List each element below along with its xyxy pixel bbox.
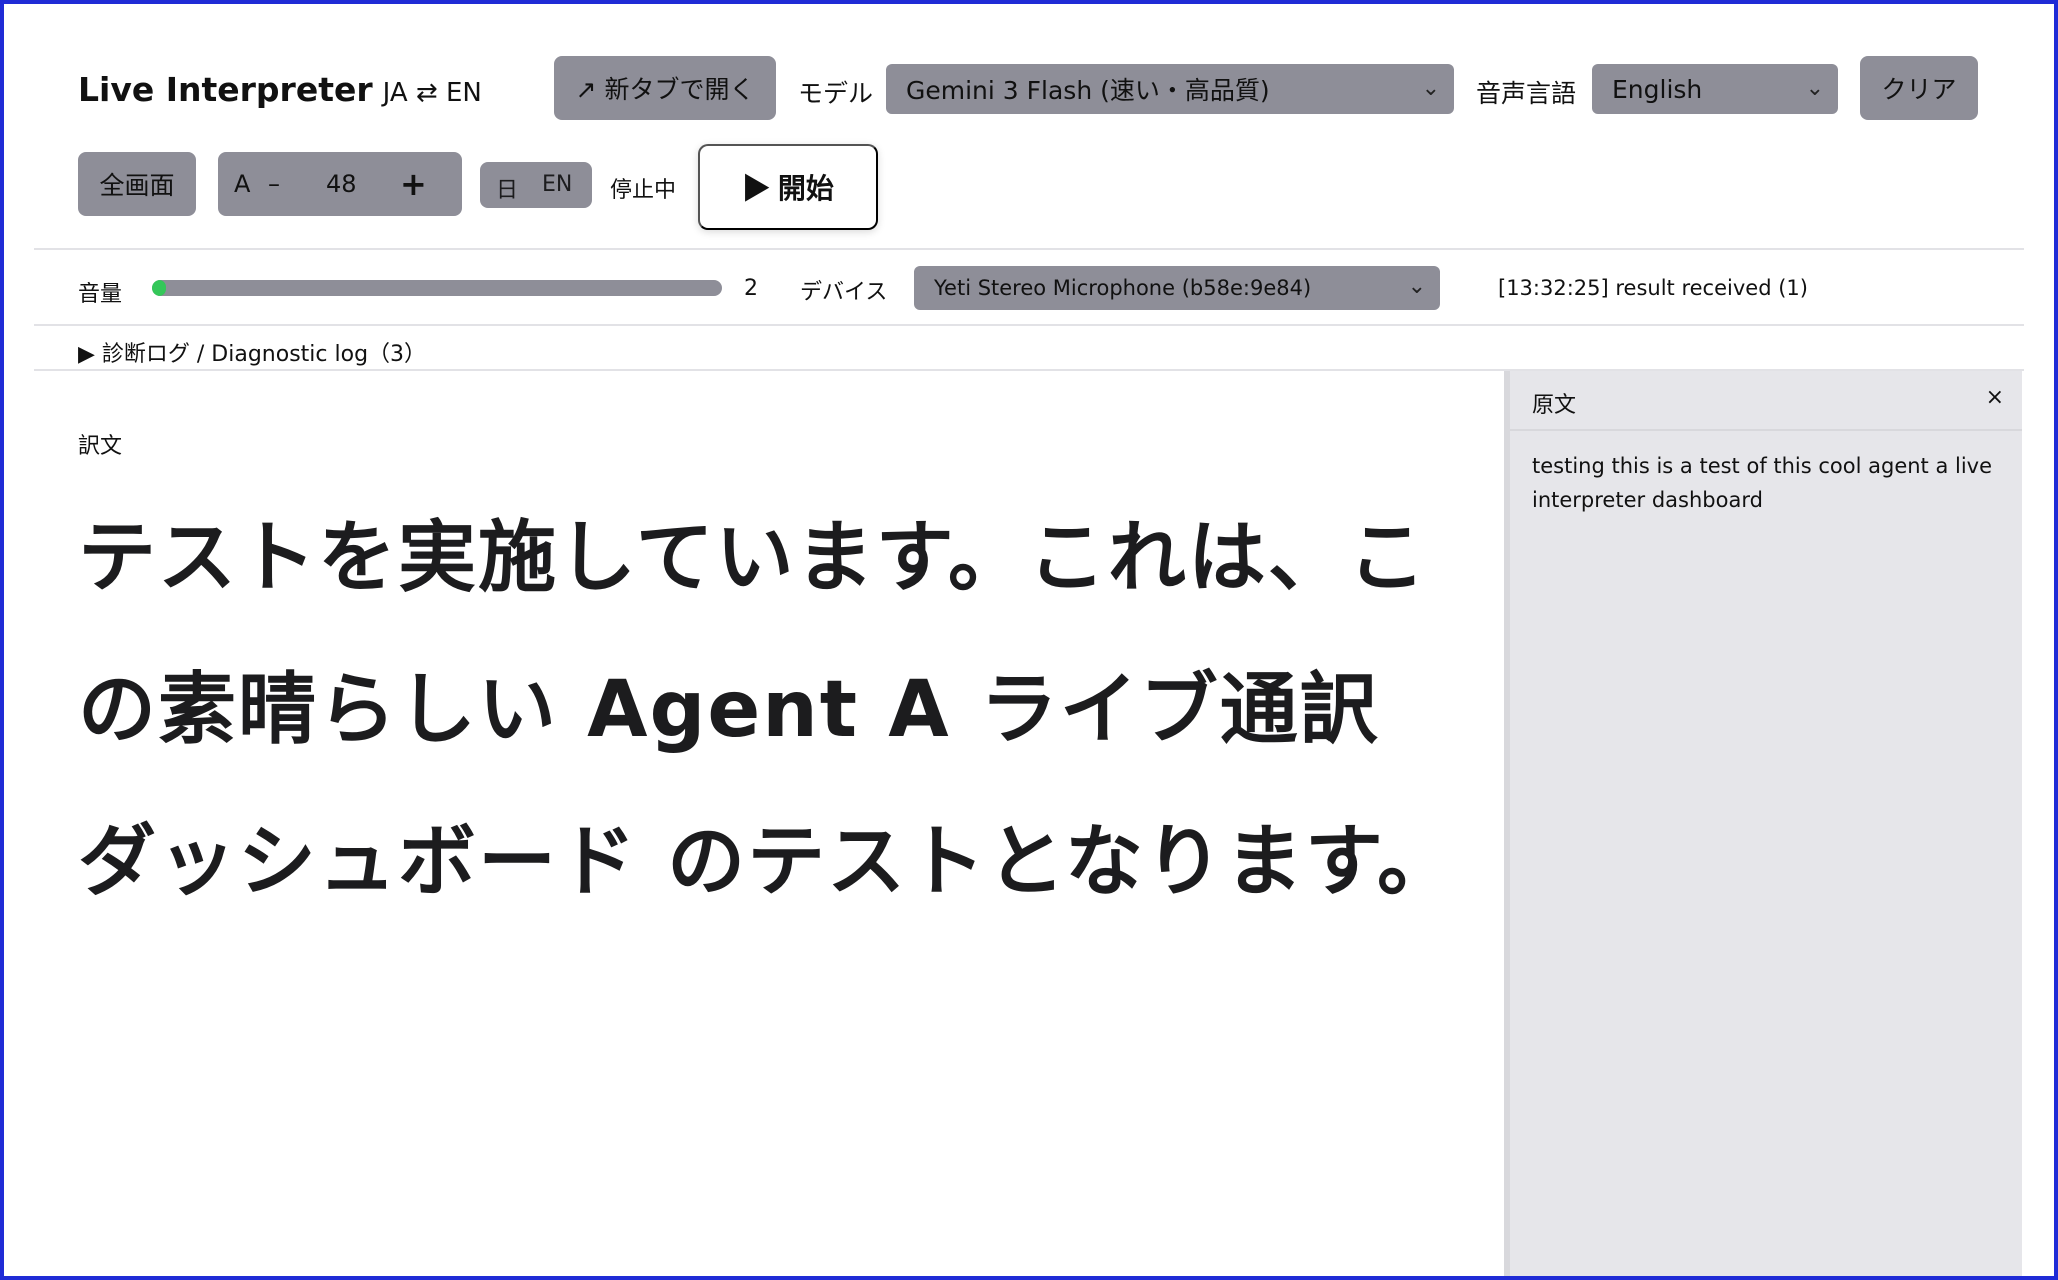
close-icon[interactable]: ×: [1986, 385, 2004, 410]
chevron-down-icon: ⌄: [1805, 76, 1824, 101]
fullscreen-button[interactable]: 全画面: [78, 152, 196, 216]
translation-label: 訳文: [78, 434, 123, 459]
model-select-value: Gemini 3 Flash (速い・高品質): [906, 76, 1270, 105]
model-label: モデル: [798, 79, 874, 108]
divider: [34, 248, 2024, 250]
open-new-tab-button[interactable]: ↗ 新タブで開く: [554, 56, 776, 120]
font-size-icon: A: [234, 170, 251, 198]
clear-button[interactable]: クリア: [1860, 56, 1978, 120]
volume-meter: [152, 280, 722, 296]
log-status: [13:32:25] result received (1): [1498, 276, 1808, 300]
status-text: 停止中: [610, 178, 677, 203]
source-text: testing this is a test of this cool agen…: [1532, 454, 1993, 512]
source-panel-header: 原文 ×: [1510, 371, 2022, 431]
voice-lang-label: 音声言語: [1476, 79, 1577, 108]
device-select[interactable]: Yeti Stereo Microphone (b58e:9e84) ⌄: [914, 266, 1440, 310]
chevron-down-icon: ⌄: [1421, 76, 1440, 101]
device-label: デバイス: [800, 280, 888, 305]
app-subtitle: JA ⇄ EN: [382, 78, 482, 108]
device-select-value: Yeti Stereo Microphone (b58e:9e84): [934, 276, 1312, 300]
lang-en-option[interactable]: EN: [542, 172, 572, 197]
voice-lang-value: English: [1612, 74, 1703, 104]
app-title-group: Live Interpreter JA ⇄ EN: [78, 70, 482, 109]
divider: [34, 324, 2024, 326]
lang-ja-option[interactable]: 日: [496, 172, 518, 204]
font-size-control: A – 48 +: [218, 152, 462, 216]
start-button[interactable]: ▶ 開始: [698, 144, 878, 230]
diagnostic-log-toggle[interactable]: ▶ 診断ログ / Diagnostic log（3）: [78, 336, 426, 368]
app-title: Live Interpreter: [78, 70, 373, 109]
translation-text: テストを実施しています。これは、この素晴らしい Agent A ライブ通訳 ダッ…: [78, 513, 1458, 907]
voice-lang-select[interactable]: English ⌄: [1592, 64, 1838, 114]
source-panel-title: 原文: [1532, 393, 1577, 418]
volume-value: 2: [744, 276, 758, 301]
display-lang-toggle: 日 EN: [480, 162, 592, 208]
font-decrease-button[interactable]: –: [268, 170, 280, 198]
font-increase-button[interactable]: +: [400, 165, 427, 203]
source-panel: 原文 × testing this is a test of this cool…: [1504, 371, 2022, 1276]
model-select[interactable]: Gemini 3 Flash (速い・高品質) ⌄: [886, 64, 1454, 114]
app-root: Live Interpreter JA ⇄ EN ↗ 新タブで開く モデル Ge…: [4, 4, 2054, 1276]
volume-label: 音量: [78, 282, 123, 307]
font-size-value: 48: [326, 170, 357, 198]
volume-meter-fill: [152, 280, 167, 296]
chevron-down-icon: ⌄: [1407, 274, 1426, 299]
